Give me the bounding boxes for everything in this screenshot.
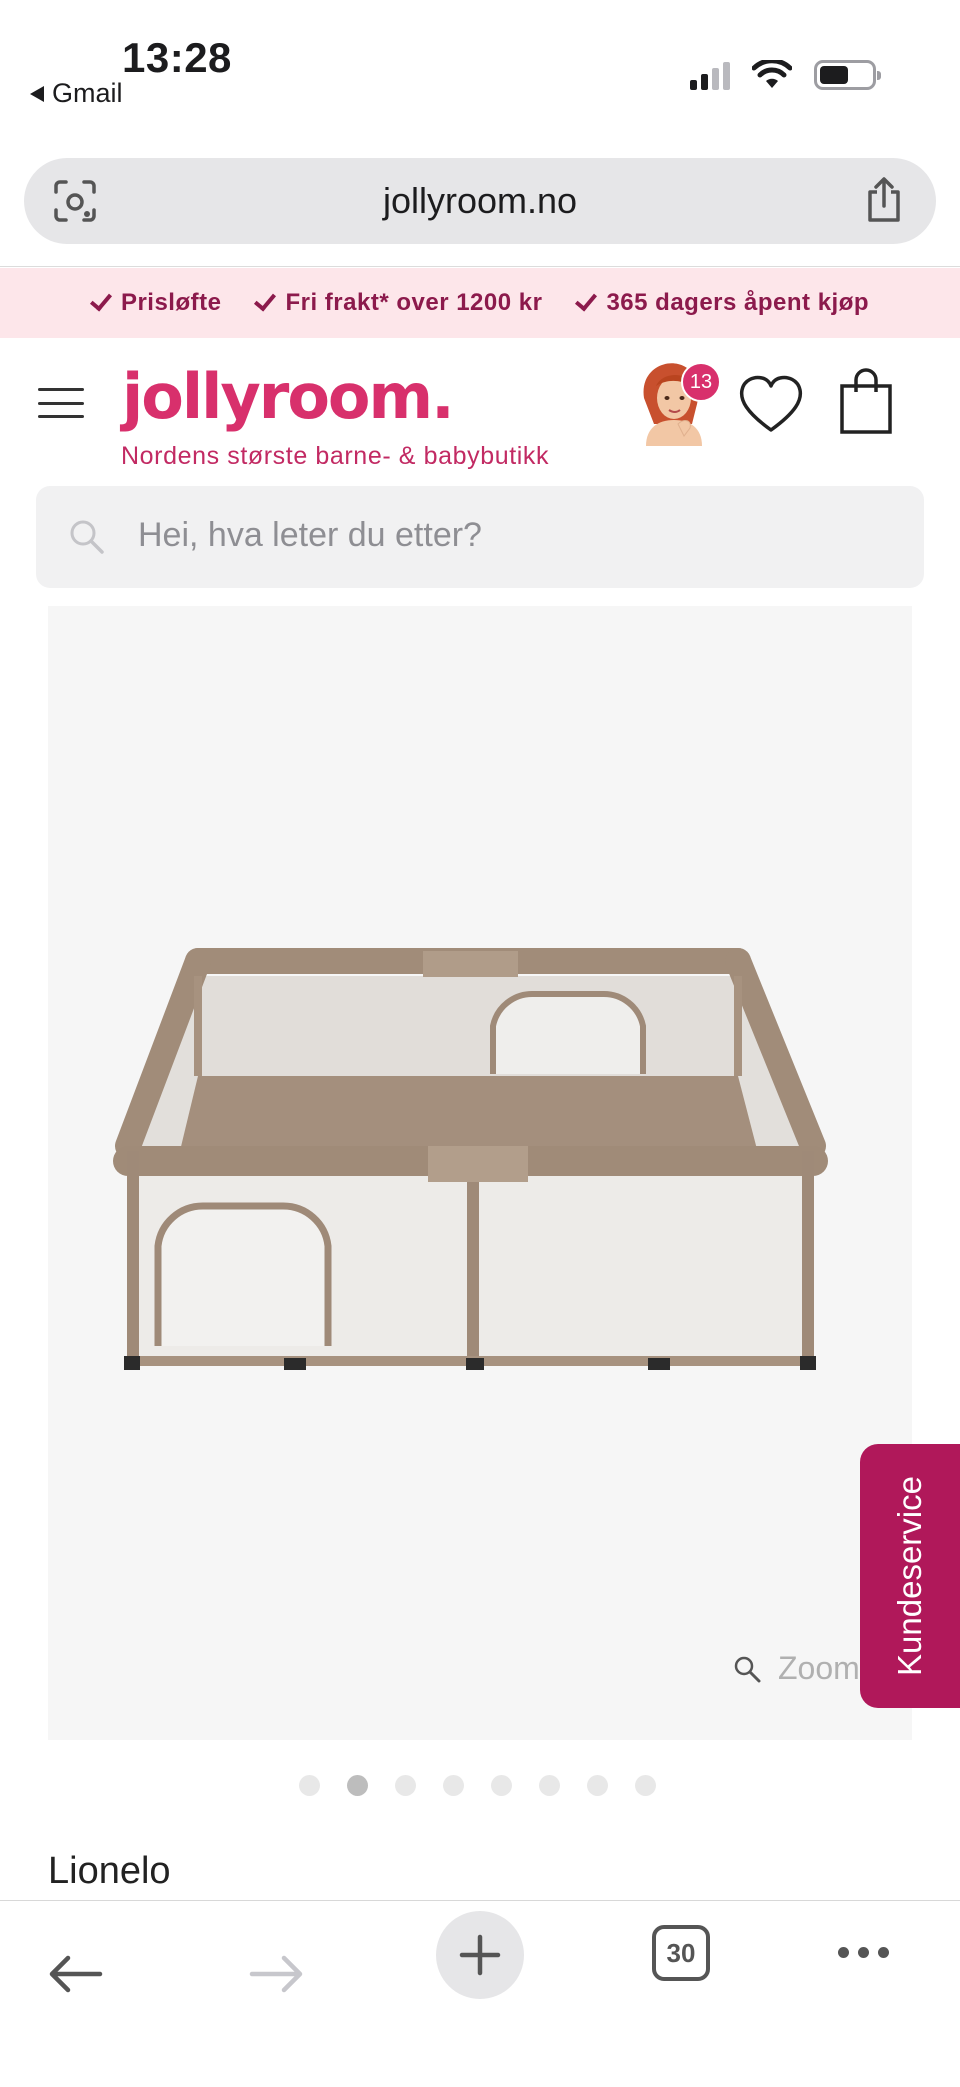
status-icons: [690, 60, 881, 90]
new-tab-button[interactable]: [436, 1911, 524, 1999]
tabs-icon[interactable]: 30: [652, 1925, 710, 1981]
visual-lookup-icon[interactable]: [52, 178, 98, 224]
shopping-bag-icon[interactable]: [838, 368, 894, 436]
customer-service-tab[interactable]: Kundeservice: [860, 1444, 960, 1708]
zoom-label: Zoom: [778, 1650, 860, 1686]
browser-divider: [0, 266, 960, 267]
carousel-dot[interactable]: [634, 1775, 656, 1796]
search-input[interactable]: Hei, hva leter du etter?: [36, 486, 924, 588]
usp-strip: Prisløfte Fri frakt* over 1200 kr 365 da…: [0, 268, 960, 338]
carousel-dot-active[interactable]: [346, 1775, 368, 1796]
carousel-dot[interactable]: [586, 1775, 608, 1796]
usp-label: 365 dagers åpent kjøp: [606, 289, 870, 316]
site-header: jollyroom. Nordens største barne- & baby…: [0, 338, 960, 478]
back-to-app-link[interactable]: Gmail: [30, 78, 123, 109]
checkmark-icon: [254, 288, 277, 312]
carousel-dot[interactable]: [490, 1775, 512, 1796]
status-bar: 13:28 Gmail: [0, 0, 960, 150]
cellular-signal-icon: [690, 60, 730, 90]
usp-label: Prisløfte: [120, 289, 222, 316]
playpen-illustration: [113, 948, 828, 1370]
usp-item: Prisløfte: [89, 288, 222, 317]
carousel-dot[interactable]: [442, 1775, 464, 1796]
carousel-dot[interactable]: [538, 1775, 560, 1796]
search-icon: [70, 520, 104, 554]
back-app-label: Gmail: [52, 78, 123, 108]
plus-icon: [459, 1934, 501, 1976]
status-time: 13:28: [122, 34, 232, 81]
share-icon[interactable]: [864, 176, 904, 224]
back-arrow-icon[interactable]: [46, 1953, 104, 1995]
checkmark-icon: [575, 288, 598, 312]
customer-service-label: Kundeservice: [891, 1476, 928, 1676]
checkmark-icon: [89, 288, 112, 312]
site-logo[interactable]: jollyroom.: [122, 360, 455, 433]
heart-icon[interactable]: [736, 372, 806, 436]
browser-toolbar: 30: [0, 1900, 960, 2087]
notification-badge: 13: [681, 362, 721, 402]
address-bar[interactable]: jollyroom.no: [24, 158, 936, 244]
wifi-icon: [752, 60, 792, 88]
magnifier-icon: [734, 1656, 761, 1682]
usp-item: Fri frakt* over 1200 kr: [254, 288, 543, 317]
image-carousel-dots: [0, 1775, 960, 1796]
product-brand[interactable]: Lionelo: [48, 1850, 171, 1893]
carousel-dot[interactable]: [394, 1775, 416, 1796]
carousel-dot[interactable]: [298, 1775, 320, 1796]
forward-arrow-icon[interactable]: [248, 1953, 306, 1995]
menu-icon[interactable]: [38, 388, 84, 418]
zoom-button[interactable]: Zoom: [732, 1650, 860, 1687]
url-text: jollyroom.no: [382, 180, 578, 221]
search-placeholder: Hei, hva leter du etter?: [138, 516, 482, 554]
product-image[interactable]: [48, 606, 912, 1740]
battery-icon: [814, 60, 881, 90]
usp-item: 365 dagers åpent kjøp: [575, 288, 870, 317]
more-icon[interactable]: [838, 1947, 889, 1958]
usp-label: Fri frakt* over 1200 kr: [285, 289, 543, 316]
site-tagline: Nordens største barne- & babybutikk: [121, 442, 550, 470]
back-triangle-icon: [30, 85, 44, 102]
